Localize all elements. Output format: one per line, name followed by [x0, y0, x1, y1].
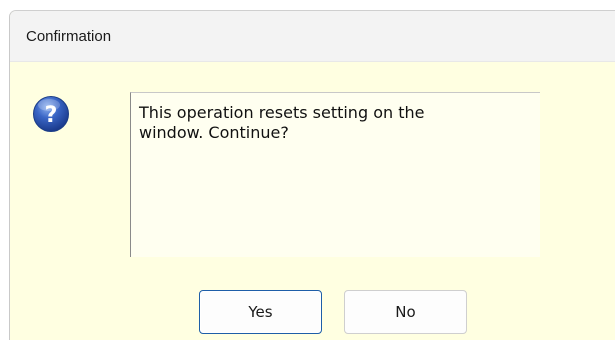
svg-text:?: ?: [45, 103, 58, 128]
dialog-title: Confirmation: [26, 28, 112, 45]
no-button[interactable]: No: [344, 290, 467, 334]
confirmation-dialog: Confirmation ? This operation resets set…: [9, 10, 615, 340]
message-text: This operation resets setting on the win…: [130, 92, 540, 257]
question-icon: ?: [32, 95, 70, 133]
title-bar[interactable]: Confirmation: [10, 11, 615, 62]
yes-button[interactable]: Yes: [199, 290, 322, 334]
dialog-body: ? This operation resets setting on the w…: [10, 62, 615, 340]
